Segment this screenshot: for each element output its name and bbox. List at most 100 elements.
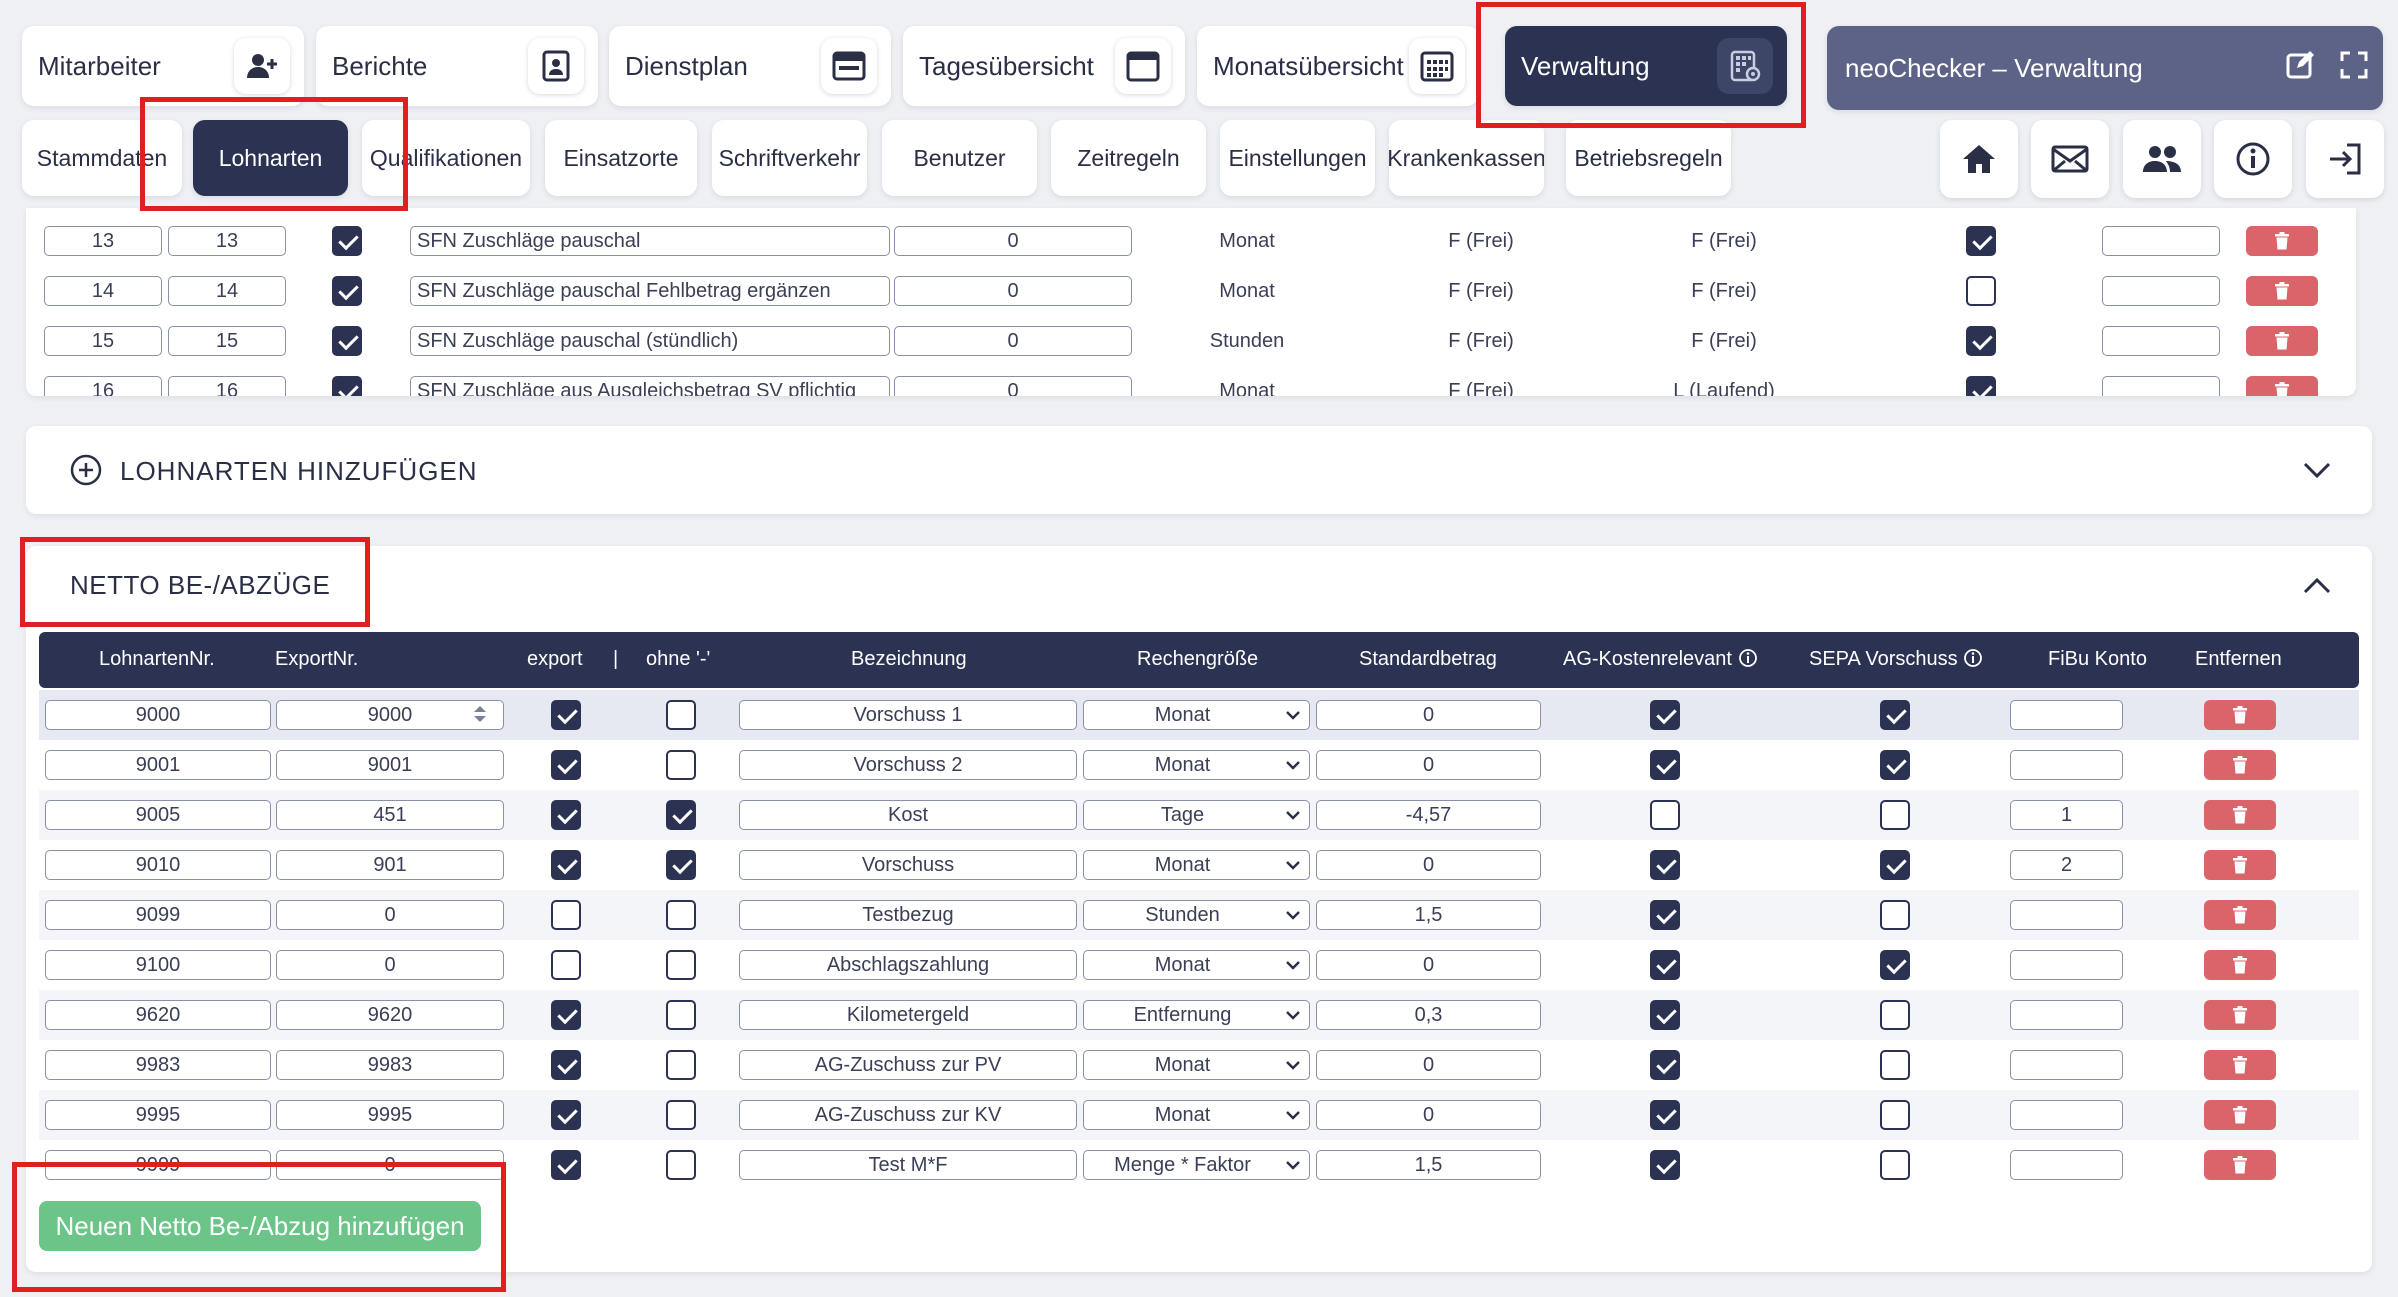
lohnart-active-checkbox[interactable] — [332, 276, 362, 306]
lohnart-extra-input[interactable] — [2102, 226, 2220, 256]
export-nr-input[interactable]: 0 — [276, 900, 504, 930]
ohne-minus-checkbox[interactable] — [666, 850, 696, 880]
chevron-down-icon[interactable] — [2302, 460, 2332, 480]
rechengroesse-select[interactable]: Menge * Faktor — [1083, 1150, 1310, 1180]
lohnart-amount-input[interactable]: 0 — [894, 226, 1132, 256]
standardbetrag-input[interactable]: 0 — [1316, 950, 1541, 980]
info-button[interactable] — [2214, 120, 2292, 198]
delete-button[interactable] — [2204, 1050, 2276, 1080]
rechengroesse-select[interactable]: Monat — [1083, 1050, 1310, 1080]
delete-button[interactable] — [2204, 800, 2276, 830]
delete-button[interactable] — [2204, 900, 2276, 930]
lohnart-active-checkbox[interactable] — [332, 326, 362, 356]
export-nr-input[interactable]: 9995 — [276, 1100, 504, 1130]
standardbetrag-input[interactable]: 0,3 — [1316, 1000, 1541, 1030]
lohnart-amount-input[interactable]: 0 — [894, 376, 1132, 396]
add-lohnarten-panel[interactable]: LOHNARTEN HINZUFÜGEN — [26, 426, 2372, 514]
bezeichnung-input[interactable]: Vorschuss — [739, 850, 1077, 880]
subtab-einstellungen[interactable]: Einstellungen — [1220, 120, 1375, 196]
bezeichnung-input[interactable]: Kilometergeld — [739, 1000, 1077, 1030]
sepa-vorschuss-checkbox[interactable] — [1880, 850, 1910, 880]
lohnart-flag-checkbox[interactable] — [1966, 376, 1996, 396]
lohnart-extra-input[interactable] — [2102, 376, 2220, 396]
lohnart-nr-input[interactable]: 14 — [44, 276, 162, 306]
export-checkbox[interactable] — [551, 900, 581, 930]
lohnart-nr-input[interactable]: 9099 — [45, 900, 271, 930]
lohnart-flag-checkbox[interactable] — [1966, 226, 1996, 256]
subtab-krankenkassen[interactable]: Krankenkassen — [1389, 120, 1544, 196]
lohnart-name-input[interactable]: SFN Zuschläge pauschal — [410, 226, 890, 256]
export-checkbox[interactable] — [551, 1150, 581, 1180]
export-nr-input[interactable]: 9620 — [276, 1000, 504, 1030]
lohnart-nr-input[interactable]: 16 — [44, 376, 162, 396]
ohne-minus-checkbox[interactable] — [666, 750, 696, 780]
sepa-vorschuss-checkbox[interactable] — [1880, 900, 1910, 930]
export-checkbox[interactable] — [551, 950, 581, 980]
export-nr-input[interactable]: 0 — [276, 950, 504, 980]
delete-button[interactable] — [2204, 700, 2276, 730]
export-nr-input[interactable]: 901 — [276, 850, 504, 880]
ag-kostenrelevant-checkbox[interactable] — [1650, 1100, 1680, 1130]
ag-kostenrelevant-checkbox[interactable] — [1650, 900, 1680, 930]
ohne-minus-checkbox[interactable] — [666, 950, 696, 980]
rechengroesse-select[interactable]: Stunden — [1083, 900, 1310, 930]
fibu-konto-input[interactable] — [2010, 1100, 2123, 1130]
edit-icon[interactable] — [2285, 50, 2315, 87]
tab-monatsuebersicht[interactable]: Monatsübersicht — [1197, 26, 1479, 106]
sepa-vorschuss-checkbox[interactable] — [1880, 1100, 1910, 1130]
lohnart-active-checkbox[interactable] — [332, 376, 362, 396]
fibu-konto-input[interactable] — [2010, 1000, 2123, 1030]
delete-button[interactable] — [2246, 376, 2318, 396]
bezeichnung-input[interactable]: Vorschuss 1 — [739, 700, 1077, 730]
lohnart-nr-input[interactable]: 9010 — [45, 850, 271, 880]
standardbetrag-input[interactable]: 1,5 — [1316, 1150, 1541, 1180]
subtab-einsatzorte[interactable]: Einsatzorte — [545, 120, 697, 196]
fibu-konto-input[interactable] — [2010, 1050, 2123, 1080]
subtab-zeitregeln[interactable]: Zeitregeln — [1051, 120, 1206, 196]
bezeichnung-input[interactable]: Kost — [739, 800, 1077, 830]
fibu-konto-input[interactable] — [2010, 900, 2123, 930]
rechengroesse-select[interactable]: Monat — [1083, 750, 1310, 780]
lohnart-nr-input[interactable]: 9620 — [45, 1000, 271, 1030]
lohnart-flag-checkbox[interactable] — [1966, 276, 1996, 306]
export-checkbox[interactable] — [551, 750, 581, 780]
delete-button[interactable] — [2204, 1100, 2276, 1130]
delete-button[interactable] — [2246, 326, 2318, 356]
rechengroesse-select[interactable]: Monat — [1083, 700, 1310, 730]
fullscreen-icon[interactable] — [2339, 50, 2369, 87]
sepa-vorschuss-checkbox[interactable] — [1880, 1050, 1910, 1080]
sepa-vorschuss-checkbox[interactable] — [1880, 800, 1910, 830]
fibu-konto-input[interactable] — [2010, 700, 2123, 730]
ag-kostenrelevant-checkbox[interactable] — [1650, 700, 1680, 730]
home-button[interactable] — [1940, 120, 2018, 198]
ohne-minus-checkbox[interactable] — [666, 1050, 696, 1080]
delete-button[interactable] — [2204, 1150, 2276, 1180]
rechengroesse-select[interactable]: Monat — [1083, 950, 1310, 980]
export-checkbox[interactable] — [551, 700, 581, 730]
chevron-up-icon[interactable] — [2302, 576, 2332, 596]
lohnart-export-input[interactable]: 14 — [168, 276, 286, 306]
ag-kostenrelevant-checkbox[interactable] — [1650, 1050, 1680, 1080]
fibu-konto-input[interactable]: 2 — [2010, 850, 2123, 880]
export-nr-input[interactable]: 451 — [276, 800, 504, 830]
lohnart-nr-input[interactable]: 9100 — [45, 950, 271, 980]
ohne-minus-checkbox[interactable] — [666, 900, 696, 930]
lohnart-nr-input[interactable]: 9983 — [45, 1050, 271, 1080]
fibu-konto-input[interactable] — [2010, 1150, 2123, 1180]
logout-button[interactable] — [2306, 120, 2384, 198]
rechengroesse-select[interactable]: Tage — [1083, 800, 1310, 830]
bezeichnung-input[interactable]: AG-Zuschuss zur KV — [739, 1100, 1077, 1130]
delete-button[interactable] — [2246, 276, 2318, 306]
ag-kostenrelevant-checkbox[interactable] — [1650, 1000, 1680, 1030]
subtab-benutzer[interactable]: Benutzer — [882, 120, 1037, 196]
tab-mitarbeiter[interactable]: Mitarbeiter — [22, 26, 304, 106]
export-checkbox[interactable] — [551, 850, 581, 880]
mail-button[interactable] — [2031, 120, 2109, 198]
fibu-konto-input[interactable]: 1 — [2010, 800, 2123, 830]
delete-button[interactable] — [2204, 950, 2276, 980]
standardbetrag-input[interactable]: 0 — [1316, 750, 1541, 780]
lohnart-amount-input[interactable]: 0 — [894, 326, 1132, 356]
lohnart-nr-input[interactable]: 9001 — [45, 750, 271, 780]
bezeichnung-input[interactable]: Abschlagszahlung — [739, 950, 1077, 980]
info-small-icon[interactable] — [1738, 648, 1758, 668]
